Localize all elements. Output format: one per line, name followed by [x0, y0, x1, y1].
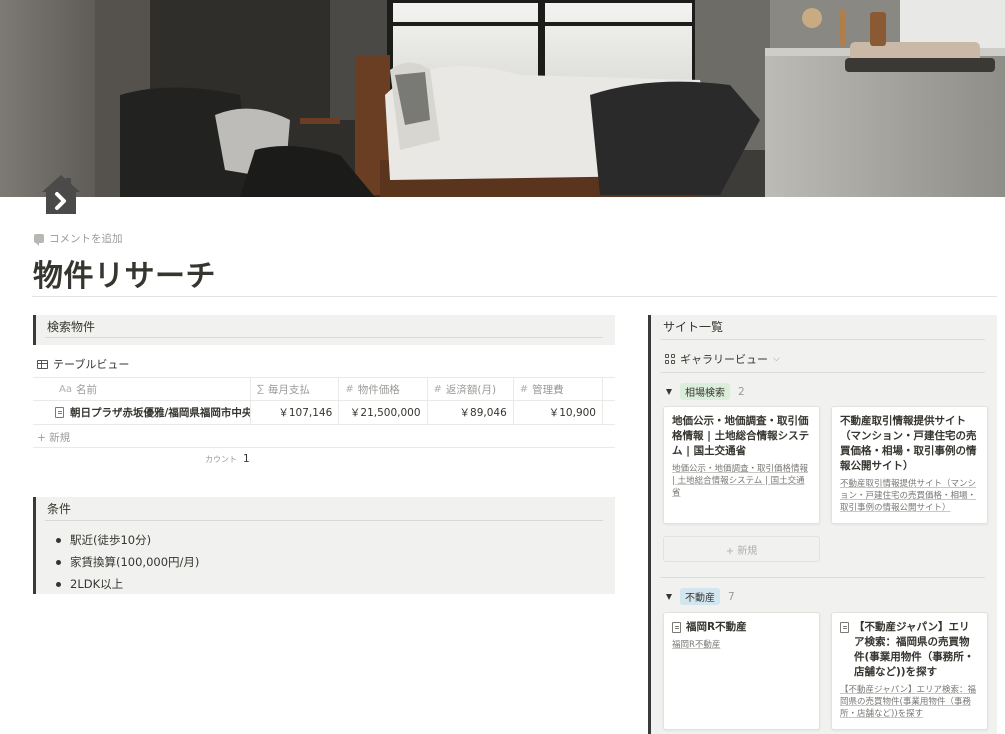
site-list-heading: サイト一覧: [663, 320, 724, 334]
row-management-cell[interactable]: ￥10,900: [514, 401, 603, 424]
column-label: 物件価格: [357, 383, 400, 396]
column-header-management-fee[interactable]: # 管理費: [514, 378, 603, 400]
table-view-tab[interactable]: テーブルビュー: [37, 356, 129, 372]
chevron-down-icon: ⌵: [773, 354, 780, 364]
document-icon: [672, 622, 681, 633]
card-title: 不動産取引情報提供サイト（マンション・戸建住宅の売買価格・相場・取引事例の情報公…: [840, 415, 977, 472]
group-header-real-estate[interactable]: 不動産 7: [666, 588, 735, 605]
gallery-card[interactable]: 不動産取引情報提供サイト（マンション・戸建住宅の売買価格・相場・取引事例の情報公…: [831, 406, 988, 524]
row-repayment-cell[interactable]: ￥89,046: [428, 401, 514, 424]
table-row[interactable]: 朝日プラザ赤坂優雅/福岡県福岡市中央区 ￥107,146 ￥21,500,000…: [33, 401, 615, 425]
conditions-list: 駅近(徒歩10分) 家賃換算(100,000円/月) 2LDK以上: [56, 529, 199, 595]
add-comment-label: コメントを追加: [49, 232, 123, 245]
column-header-monthly[interactable]: ∑ 毎月支払: [251, 378, 340, 400]
table-icon: [37, 359, 48, 369]
formula-property-icon: ∑: [257, 383, 264, 395]
search-properties-callout: 検索物件: [33, 315, 615, 345]
row-name-cell[interactable]: 朝日プラザ赤坂優雅/福岡県福岡市中央区: [33, 401, 252, 424]
table-header-row: Aa 名前 ∑ 毎月支払 # 物件価格 # 返済額(月) # 管理費: [33, 377, 615, 401]
card-title: 地価公示・地価調査・取引価格情報 | 土地総合情報システム | 国土交通省: [672, 415, 810, 457]
card-url-link[interactable]: 【不動産ジャパン】エリア検索：福岡県の売買物件(事業用物件（事務所・店舗など))…: [840, 684, 979, 720]
group-count: 7: [728, 590, 735, 603]
row-count[interactable]: カウント 1: [205, 453, 250, 465]
card-title-row: 福岡R不動産: [672, 620, 811, 635]
heading-divider: [45, 520, 603, 521]
card-title: 【不動産ジャパン】エリア検索：福岡県の売買物件(事業用物件（事務所・店舗など))…: [854, 621, 975, 678]
card-url-link[interactable]: 不動産取引情報提供サイト（マンション・戸建住宅の売買価格・相場・取引事例の情報公…: [840, 478, 979, 514]
house-arrow-icon[interactable]: [38, 172, 84, 216]
group-count: 2: [738, 385, 745, 398]
cover-image[interactable]: [0, 0, 1005, 197]
gallery-card[interactable]: 福岡R不動産 福岡R不動産: [663, 612, 820, 730]
column-header-name[interactable]: Aa 名前: [33, 378, 252, 400]
row-name: 朝日プラザ赤坂優雅/福岡県福岡市中央区: [70, 407, 252, 419]
title-divider: [32, 296, 997, 297]
card-url-link[interactable]: 地価公示・地価調査・取引価格情報 | 土地総合情報システム | 国土交通省: [672, 463, 811, 499]
new-card-button[interactable]: + 新規: [663, 536, 820, 562]
document-icon: [55, 407, 64, 418]
card-url-link[interactable]: 福岡R不動産: [672, 639, 811, 651]
number-property-icon: #: [433, 383, 442, 395]
number-property-icon: #: [345, 383, 354, 395]
view-divider: [660, 372, 985, 373]
add-comment-button[interactable]: コメントを追加: [34, 231, 123, 246]
comment-icon: [34, 233, 44, 246]
card-title: 福岡R不動産: [686, 621, 747, 633]
toggle-triangle-icon[interactable]: [666, 593, 672, 600]
count-label: カウント: [205, 455, 237, 464]
gallery-icon: [665, 354, 675, 364]
table-footer: カウント 1: [33, 447, 615, 469]
heading-divider: [660, 339, 985, 340]
column-label: 毎月支払: [267, 383, 310, 396]
column-header-price[interactable]: # 物件価格: [339, 378, 428, 400]
site-list-callout: サイト一覧 ギャラリービュー ⌵ 相場検索 2 地価公示・地価調査・取引価格情報…: [648, 315, 997, 734]
text-property-icon: Aa: [59, 383, 72, 395]
gallery-card[interactable]: 地価公示・地価調査・取引価格情報 | 土地総合情報システム | 国土交通省 地価…: [663, 406, 820, 524]
count-value: 1: [243, 453, 250, 465]
row-extra-cell: [603, 401, 615, 424]
gallery-view-label: ギャラリービュー: [680, 353, 768, 366]
number-property-icon: #: [519, 383, 529, 395]
group-header-market-search[interactable]: 相場検索 2: [666, 383, 745, 400]
column-label: 返済額(月): [445, 383, 497, 396]
toggle-triangle-icon[interactable]: [666, 388, 672, 395]
row-price-cell[interactable]: ￥21,500,000: [339, 401, 428, 424]
properties-table: Aa 名前 ∑ 毎月支払 # 物件価格 # 返済額(月) # 管理費 朝日プラザ…: [33, 377, 615, 425]
row-monthly-cell[interactable]: ￥107,146: [251, 401, 340, 424]
group-divider: [660, 577, 985, 578]
group-tag: 不動産: [680, 588, 720, 605]
list-item: 駅近(徒歩10分): [56, 529, 199, 551]
new-row-button[interactable]: + 新規: [37, 430, 70, 445]
list-item: 2LDK以上: [56, 573, 199, 595]
page-title: 物件リサーチ: [33, 259, 216, 294]
conditions-heading: 条件: [47, 502, 72, 516]
column-label: 管理費: [532, 383, 564, 396]
gallery-view-tab[interactable]: ギャラリービュー ⌵: [665, 351, 780, 367]
table-view-label: テーブルビュー: [53, 358, 130, 371]
group-tag: 相場検索: [680, 383, 730, 400]
column-header-repayment[interactable]: # 返済額(月): [428, 378, 514, 400]
card-title-row: 【不動産ジャパン】エリア検索：福岡県の売買物件(事業用物件（事務所・店舗など))…: [840, 620, 979, 680]
heading-divider: [45, 337, 603, 338]
conditions-callout: 条件 駅近(徒歩10分) 家賃換算(100,000円/月) 2LDK以上: [33, 497, 615, 594]
document-icon: [840, 622, 849, 633]
column-label: 名前: [75, 383, 97, 396]
cover-photo: [0, 0, 1005, 197]
column-header-extra: [603, 378, 615, 400]
list-item: 家賃換算(100,000円/月): [56, 551, 199, 573]
gallery-card[interactable]: 【不動産ジャパン】エリア検索：福岡県の売買物件(事業用物件（事務所・店舗など))…: [831, 612, 988, 730]
search-properties-heading: 検索物件: [47, 320, 96, 334]
